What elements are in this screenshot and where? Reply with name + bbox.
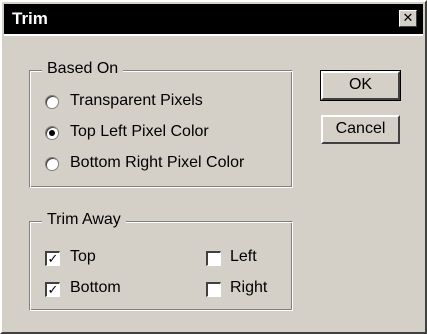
cancel-button[interactable]: Cancel [321, 115, 400, 144]
checkbox-label: Left [230, 248, 257, 265]
title-bar[interactable]: Trim ✕ [4, 4, 423, 34]
option-label: Transparent Pixels [70, 92, 203, 109]
option-label: Bottom Right Pixel Color [70, 154, 245, 171]
radio-dot-icon [49, 130, 55, 136]
checkbox-box[interactable] [206, 251, 221, 266]
checkmark-icon: ✓ [47, 282, 59, 297]
title-separator [4, 34, 423, 36]
trim-away-group: Trim Away [29, 211, 293, 311]
based-on-label: Based On [42, 60, 124, 78]
checkbox-label: Top [70, 248, 96, 265]
trim-away-label: Trim Away [42, 211, 126, 229]
checkbox-label: Right [230, 279, 268, 296]
checkbox-box[interactable]: ✓ [45, 251, 60, 266]
checkbox-label: Bottom [70, 279, 121, 296]
trim-dialog: Trim ✕ Based On Transparent Pixels Top L… [0, 0, 427, 334]
close-button[interactable]: ✕ [399, 10, 417, 27]
ok-button[interactable]: OK [320, 70, 401, 101]
close-icon: ✕ [402, 10, 414, 25]
radio-button-selected[interactable] [45, 126, 59, 140]
radio-button[interactable] [45, 157, 59, 171]
checkbox-box[interactable]: ✓ [45, 282, 60, 297]
checkmark-icon: ✓ [47, 251, 59, 266]
checkbox-box[interactable] [206, 282, 221, 297]
radio-button[interactable] [45, 95, 59, 109]
window-title: Trim [12, 9, 48, 28]
option-label: Top Left Pixel Color [70, 123, 209, 140]
